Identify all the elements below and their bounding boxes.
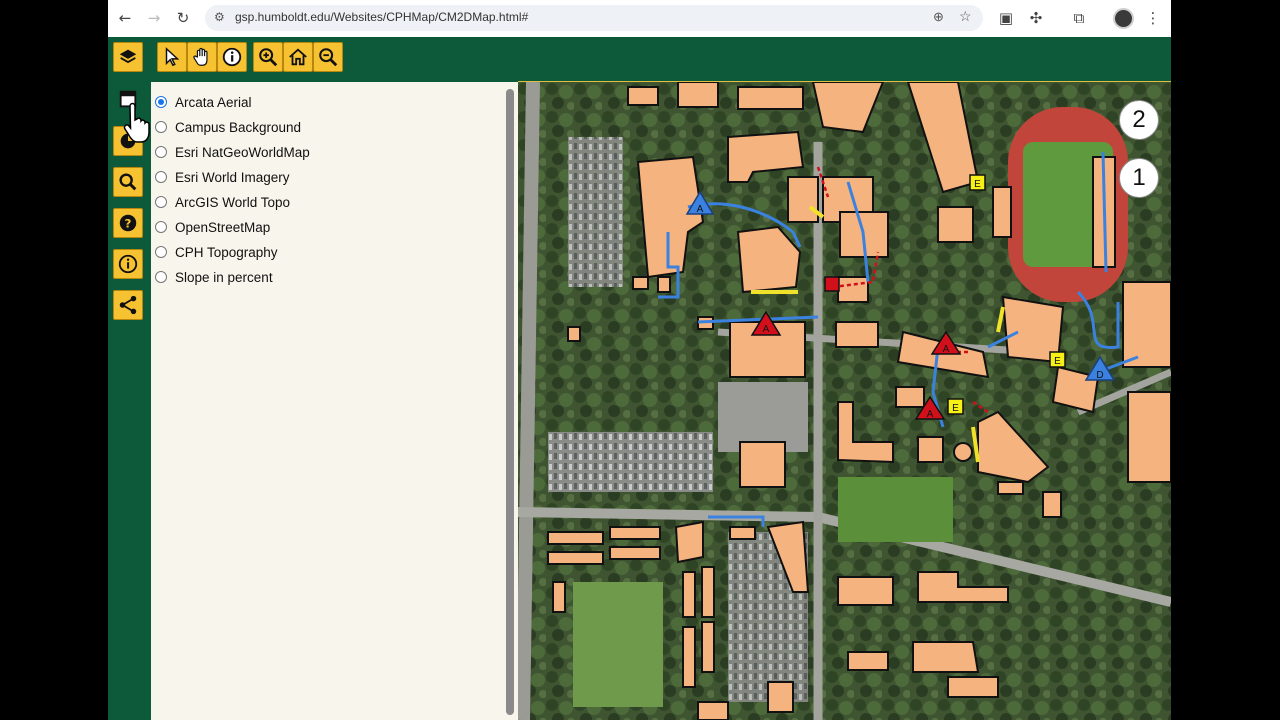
- help-icon[interactable]: ?: [113, 208, 143, 238]
- layers-icon[interactable]: [113, 42, 143, 72]
- url-text: gsp.humboldt.edu/Websites/CPHMap/CM2DMap…: [235, 10, 529, 24]
- sidebar: ?: [108, 37, 151, 720]
- aerial-map: A D A A A E E E: [518, 82, 1171, 720]
- svg-text:E: E: [974, 179, 981, 190]
- basemap-option[interactable]: Campus Background: [155, 117, 301, 137]
- svg-text:?: ?: [125, 217, 132, 231]
- map-application: ? Arcata Aerial Campus Background Esri Nat…: [108, 37, 1171, 720]
- svg-text:D: D: [1096, 370, 1103, 381]
- basemap-option-label: Arcata Aerial: [175, 94, 252, 110]
- basemap-option-label: Slope in percent: [175, 269, 273, 285]
- basemap-panel: Arcata Aerial Campus Background Esri NatGe…: [151, 82, 518, 720]
- zoom-out-icon[interactable]: [313, 42, 343, 72]
- forward-icon[interactable]: →: [142, 6, 166, 30]
- basemap-option[interactable]: OpenStreetMap: [155, 217, 270, 237]
- basemap-radio[interactable]: [155, 121, 167, 133]
- back-icon[interactable]: ←: [113, 6, 137, 30]
- svg-text:A: A: [927, 409, 934, 420]
- browser-toolbar: ← → ↻ ⚙ gsp.humboldt.edu/Websites/CPHMap…: [108, 0, 1171, 38]
- share-icon[interactable]: [113, 290, 143, 320]
- home-icon[interactable]: [283, 42, 313, 72]
- svg-text:A: A: [697, 204, 704, 215]
- extension-icon[interactable]: ▣: [994, 6, 1018, 30]
- profile-icon[interactable]: [1111, 6, 1135, 30]
- cursor-hand-icon: [123, 102, 150, 143]
- svg-text:E: E: [1054, 356, 1061, 367]
- svg-text:E: E: [952, 403, 959, 414]
- map-view[interactable]: A D A A A E E E 2 1: [518, 82, 1171, 720]
- basemap-radio[interactable]: [155, 221, 167, 233]
- route-marker-yellow[interactable]: E: [1049, 351, 1066, 368]
- cast-icon[interactable]: ⧉: [1067, 6, 1091, 30]
- basemap-option[interactable]: CPH Topography: [155, 242, 278, 262]
- basemap-option-label: Campus Background: [175, 119, 302, 135]
- svg-text:A: A: [763, 324, 770, 335]
- menu-icon[interactable]: ⋮: [1141, 6, 1165, 30]
- basemap-option[interactable]: Esri NatGeoWorldMap: [155, 142, 310, 162]
- star-icon[interactable]: ☆: [959, 8, 972, 25]
- search-icon[interactable]: [113, 167, 143, 197]
- basemap-radio[interactable]: [155, 196, 167, 208]
- basemap-option-label: Esri World Imagery: [175, 169, 290, 185]
- select-icon[interactable]: [157, 42, 187, 72]
- site-info-icon[interactable]: ⚙: [214, 10, 225, 24]
- basemap-option-label: ArcGIS World Topo: [175, 194, 291, 210]
- basemap-option[interactable]: Slope in percent: [155, 267, 273, 287]
- basemap-option[interactable]: Arcata Aerial: [155, 92, 252, 112]
- basemap-option-label: OpenStreetMap: [175, 219, 271, 235]
- reload-icon[interactable]: ↻: [171, 6, 195, 30]
- route-marker-yellow[interactable]: E: [947, 398, 964, 415]
- pan-hand-icon[interactable]: [187, 42, 217, 72]
- svg-text:A: A: [943, 344, 950, 355]
- zoom-in-icon[interactable]: [253, 42, 283, 72]
- route-marker-yellow[interactable]: E: [969, 174, 986, 191]
- identify-info-icon[interactable]: [217, 42, 247, 72]
- info-icon[interactable]: [113, 249, 143, 279]
- basemap-radio[interactable]: [155, 271, 167, 283]
- address-bar[interactable]: ⚙ gsp.humboldt.edu/Websites/CPHMap/CM2DM…: [205, 5, 983, 31]
- basemap-radio[interactable]: [155, 146, 167, 158]
- map-toolbar: [108, 37, 1171, 82]
- basemap-radio[interactable]: [155, 246, 167, 258]
- basemap-radio[interactable]: [155, 171, 167, 183]
- basemap-option-label: Esri NatGeoWorldMap: [175, 144, 310, 160]
- basemap-option[interactable]: Esri World Imagery: [155, 167, 290, 187]
- browser-window: ← → ↻ ⚙ gsp.humboldt.edu/Websites/CPHMap…: [108, 0, 1171, 720]
- panel-scrollbar[interactable]: [506, 89, 514, 715]
- basemap-radio[interactable]: [155, 96, 167, 108]
- map-badge-1[interactable]: 1: [1119, 158, 1159, 198]
- basemap-option[interactable]: ArcGIS World Topo: [155, 192, 290, 212]
- puzzle-icon[interactable]: ✣: [1024, 6, 1048, 30]
- map-badge-2[interactable]: 2: [1119, 100, 1159, 140]
- zoom-icon[interactable]: ⊕: [933, 9, 944, 25]
- basemap-option-label: CPH Topography: [175, 244, 278, 260]
